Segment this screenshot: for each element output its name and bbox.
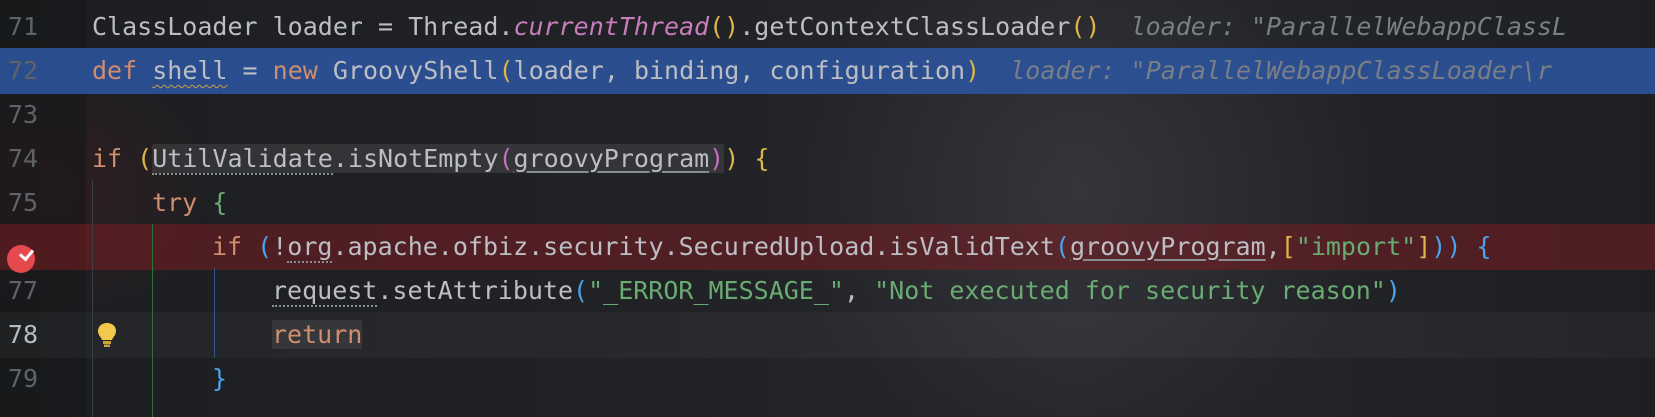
code-editor[interactable]: 71 ClassLoader loader = Thread.currentTh… — [0, 0, 1655, 417]
line-number: 79 — [7, 364, 38, 393]
code-line-79[interactable]: 79 } — [0, 356, 1655, 402]
line-number: 73 — [7, 100, 38, 129]
code-text: } — [212, 364, 228, 393]
code-line-72-selected[interactable]: 72 def shell = new GroovyShell(loader, b… — [0, 48, 1655, 94]
code-text: request.setAttribute("_ERROR_MESSAGE_", … — [272, 276, 1401, 307]
code-text: ClassLoader loader = Thread.currentThrea… — [92, 12, 1568, 41]
code-line-74[interactable]: 74 if (UtilValidate.isNotEmpty(groovyPro… — [0, 136, 1655, 182]
line-number: 74 — [7, 144, 38, 173]
line-number: 75 — [7, 188, 38, 217]
inline-value-hint: loader: "ParallelWebappClassL — [1130, 12, 1568, 41]
code-text: return — [272, 320, 363, 349]
line-number: 71 — [7, 12, 38, 41]
code-text: try { — [152, 188, 228, 217]
code-text: def shell = new GroovyShell(loader, bind… — [92, 56, 1553, 85]
line-number: 77 — [7, 276, 38, 305]
line-number: 72 — [7, 56, 38, 85]
inline-value-hint: loader: "ParallelWebappClassLoader\r — [1010, 56, 1553, 85]
line-number: 78 — [7, 320, 38, 349]
code-line-77[interactable]: 77 request.setAttribute("_ERROR_MESSAGE_… — [0, 268, 1655, 314]
lightbulb-icon[interactable] — [96, 322, 118, 348]
code-line-75[interactable]: 75 try { — [0, 180, 1655, 226]
indent-guide — [152, 224, 153, 417]
code-text: if (!org.apache.ofbiz.security.SecuredUp… — [212, 232, 1492, 263]
indent-guide — [214, 268, 215, 358]
code-line-71[interactable]: 71 ClassLoader loader = Thread.currentTh… — [0, 4, 1655, 50]
code-line-76-breakpoint[interactable]: if (!org.apache.ofbiz.security.SecuredUp… — [0, 224, 1655, 270]
code-line-78-current[interactable]: 78 return — [0, 312, 1655, 358]
code-text: if (UtilValidate.isNotEmpty(groovyProgra… — [92, 144, 770, 175]
indent-guide — [92, 180, 93, 417]
code-line-73[interactable]: 73 — [0, 92, 1655, 138]
